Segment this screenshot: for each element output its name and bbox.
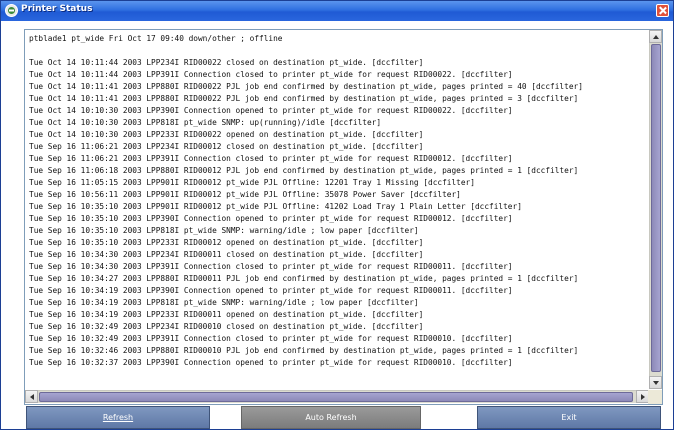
vertical-scrollbar[interactable] <box>649 30 662 389</box>
exit-button[interactable]: Exit <box>477 406 661 429</box>
arrow-right-icon <box>641 394 645 400</box>
scroll-left-button[interactable] <box>25 390 38 403</box>
auto-refresh-button-label: Auto Refresh <box>305 413 357 422</box>
arrow-left-icon <box>30 394 34 400</box>
log-panel: ptblade1 pt_wide Fri Oct 17 09:40 down/o… <box>24 29 663 405</box>
log-line: Tue Sep 16 11:06:18 2003 LPP880I RID0001… <box>29 166 579 175</box>
log-line: Tue Sep 16 10:34:19 2003 LPP390I Connect… <box>29 286 513 295</box>
log-line: Tue Sep 16 10:32:49 2003 LPP391I Connect… <box>29 334 513 343</box>
horizontal-scroll-thumb[interactable] <box>39 392 633 402</box>
printer-status-icon <box>5 4 18 17</box>
exit-button-label: Exit <box>561 413 577 422</box>
log-line: Tue Sep 16 10:34:19 2003 LPP818I pt_wide… <box>29 298 419 307</box>
log-line: Tue Sep 16 11:06:21 2003 LPP391I Connect… <box>29 154 513 163</box>
log-line: Tue Sep 16 10:34:30 2003 LPP234I RID0001… <box>29 250 424 259</box>
log-line: Tue Sep 16 11:06:21 2003 LPP234I RID0001… <box>29 142 424 151</box>
arrow-down-icon <box>653 381 659 385</box>
log-line: Tue Oct 14 10:11:44 2003 LPP234I RID0002… <box>29 58 424 67</box>
log-line: Tue Sep 16 10:32:46 2003 LPP880I RID0001… <box>29 346 579 355</box>
log-line: Tue Oct 14 10:11:41 2003 LPP880I RID0002… <box>29 94 579 103</box>
log-line: Tue Sep 16 10:34:30 2003 LPP391I Connect… <box>29 262 513 271</box>
refresh-button[interactable]: Refresh <box>26 406 210 429</box>
window-content: ptblade1 pt_wide Fri Oct 17 09:40 down/o… <box>1 21 673 429</box>
log-line: Tue Oct 14 10:10:30 2003 LPP390I Connect… <box>29 106 513 115</box>
log-line: Tue Oct 14 10:11:41 2003 LPP880I RID0002… <box>29 82 583 91</box>
log-header: ptblade1 pt_wide Fri Oct 17 09:40 down/o… <box>29 34 283 43</box>
scroll-down-button[interactable] <box>649 376 662 389</box>
log-line: Tue Sep 16 10:32:49 2003 LPP234I RID0001… <box>29 322 424 331</box>
scrollbar-corner <box>648 390 662 404</box>
auto-refresh-button[interactable]: Auto Refresh <box>241 406 421 429</box>
log-line: Tue Oct 14 10:10:30 2003 LPP233I RID0002… <box>29 130 424 139</box>
horizontal-scrollbar[interactable] <box>25 390 649 403</box>
log-line: Tue Sep 16 10:35:10 2003 LPP901I RID0001… <box>29 202 522 211</box>
log-text-area[interactable]: ptblade1 pt_wide Fri Oct 17 09:40 down/o… <box>25 30 649 389</box>
vertical-scroll-thumb[interactable] <box>651 44 661 372</box>
log-line: Tue Sep 16 10:35:10 2003 LPP390I Connect… <box>29 214 513 223</box>
printer-status-window: Printer Status ptblade1 pt_wide Fri Oct … <box>0 0 674 430</box>
log-line: Tue Sep 16 10:35:10 2003 LPP818I pt_wide… <box>29 226 419 235</box>
log-line: Tue Oct 14 10:11:44 2003 LPP391I Connect… <box>29 70 513 79</box>
arrow-up-icon <box>653 35 659 39</box>
log-line: Tue Sep 16 10:34:19 2003 LPP233I RID0001… <box>29 310 424 319</box>
log-line: Tue Sep 16 10:56:11 2003 LPP901I RID0001… <box>29 190 461 199</box>
log-line: Tue Sep 16 10:35:10 2003 LPP233I RID0001… <box>29 238 424 247</box>
scroll-up-button[interactable] <box>649 30 662 43</box>
refresh-button-label: Refresh <box>102 413 134 422</box>
log-line: Tue Oct 14 10:10:30 2003 LPP818I pt_wide… <box>29 118 382 127</box>
title-bar[interactable]: Printer Status <box>1 1 673 21</box>
log-line: Tue Sep 16 11:05:15 2003 LPP901I RID0001… <box>29 178 475 187</box>
log-line: Tue Sep 16 10:32:37 2003 LPP390I Connect… <box>29 358 513 367</box>
close-button[interactable] <box>656 4 669 17</box>
log-line: Tue Sep 16 10:34:27 2003 LPP880I RID0001… <box>29 274 579 283</box>
window-title: Printer Status <box>21 4 93 14</box>
